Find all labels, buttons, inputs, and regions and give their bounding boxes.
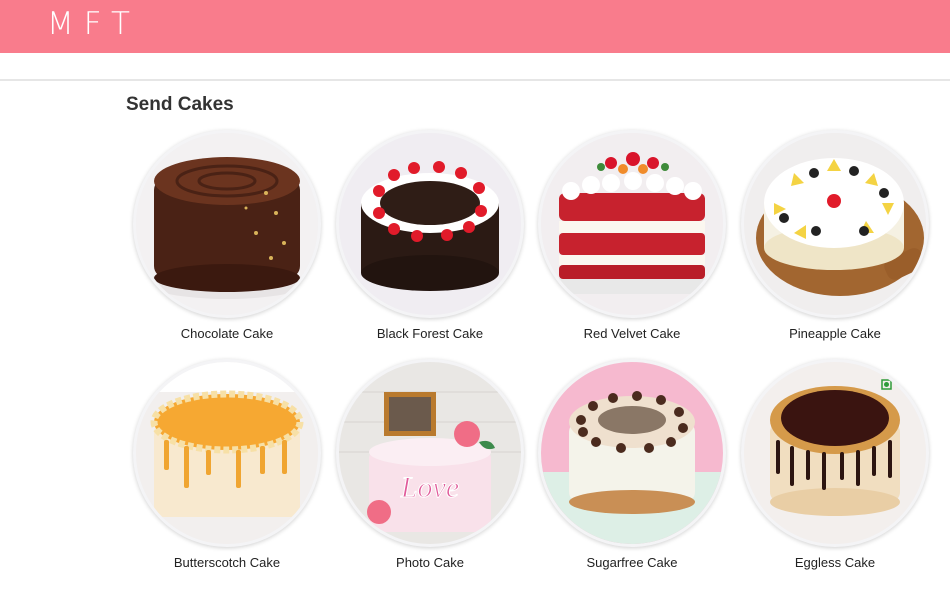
cake-image-photo[interactable]: Love bbox=[336, 359, 524, 547]
cake-card-chocolate[interactable]: Chocolate Cake bbox=[127, 130, 327, 341]
cake-label-photo[interactable]: Photo Cake bbox=[330, 555, 530, 570]
cake-image-red-velvet[interactable] bbox=[538, 130, 726, 318]
cake-image-chocolate[interactable] bbox=[133, 130, 321, 318]
site-logo[interactable]: MFT bbox=[47, 6, 140, 42]
cake-topper-text: Love bbox=[400, 471, 459, 504]
cake-image-pineapple[interactable] bbox=[741, 130, 929, 318]
cake-label-red-velvet[interactable]: Red Velvet Cake bbox=[532, 326, 732, 341]
cake-label-eggless[interactable]: Eggless Cake bbox=[735, 555, 935, 570]
cake-label-chocolate[interactable]: Chocolate Cake bbox=[127, 326, 327, 341]
navigation-bar bbox=[0, 53, 950, 81]
cake-card-photo[interactable]: Love Photo Cake bbox=[330, 359, 530, 570]
section-title: Send Cakes bbox=[126, 94, 234, 115]
cake-card-butterscotch[interactable]: Butterscotch Cake bbox=[127, 359, 327, 570]
cake-image-sugarfree[interactable] bbox=[538, 359, 726, 547]
cake-image-black-forest[interactable] bbox=[336, 130, 524, 318]
cake-label-pineapple[interactable]: Pineapple Cake bbox=[735, 326, 935, 341]
cake-category-grid: Chocolate Cake Black Forest Cake Red Vel… bbox=[126, 128, 946, 588]
cake-card-black-forest[interactable]: Black Forest Cake bbox=[330, 130, 530, 341]
cake-card-sugarfree[interactable]: Sugarfree Cake bbox=[532, 359, 732, 570]
cake-image-eggless[interactable] bbox=[741, 359, 929, 547]
cake-card-eggless[interactable]: Eggless Cake bbox=[735, 359, 935, 570]
cake-image-butterscotch[interactable] bbox=[133, 359, 321, 547]
cake-label-black-forest[interactable]: Black Forest Cake bbox=[330, 326, 530, 341]
cake-label-sugarfree[interactable]: Sugarfree Cake bbox=[532, 555, 732, 570]
header-bar: MFT bbox=[0, 0, 950, 53]
cake-label-butterscotch[interactable]: Butterscotch Cake bbox=[127, 555, 327, 570]
cake-card-red-velvet[interactable]: Red Velvet Cake bbox=[532, 130, 732, 341]
cake-card-pineapple[interactable]: Pineapple Cake bbox=[735, 130, 935, 341]
